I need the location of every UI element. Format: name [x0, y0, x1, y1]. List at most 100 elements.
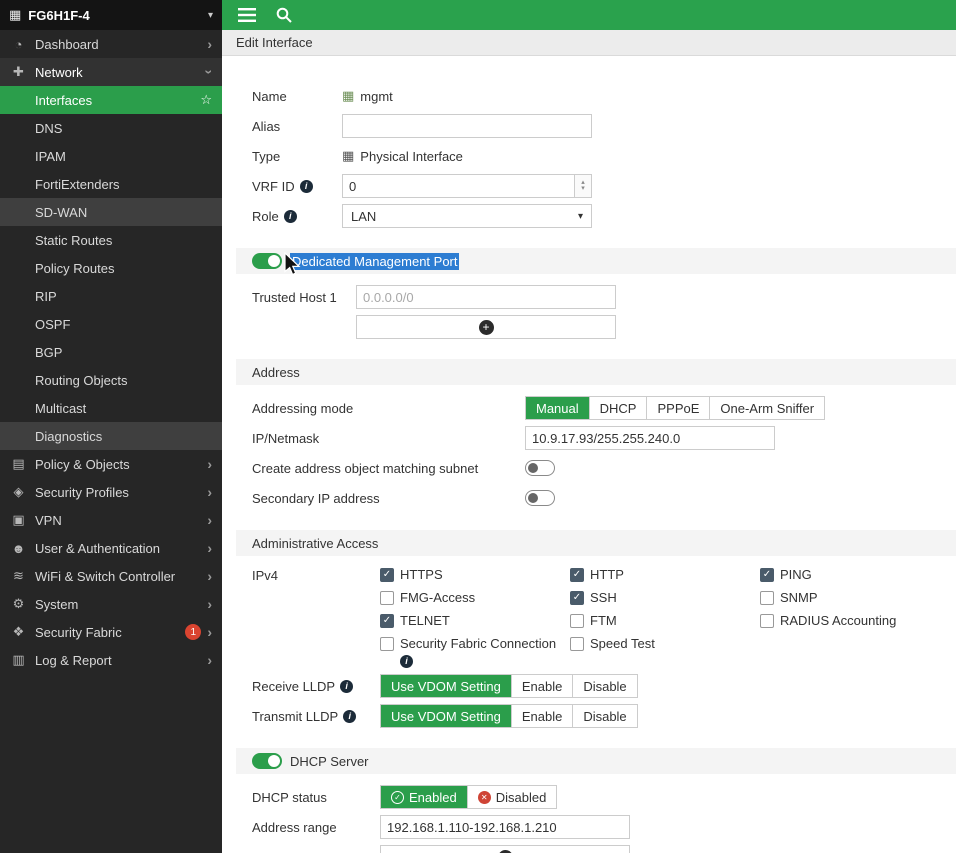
checkbox-row-snmp: SNMP: [760, 590, 950, 606]
type-row: Type ▦ Physical Interface: [252, 144, 956, 168]
sidebar-item-bgp[interactable]: BGP: [0, 338, 222, 366]
receive-lldp-vdom[interactable]: Use VDOM Setting: [381, 675, 512, 697]
ftm-checkbox[interactable]: [570, 614, 584, 628]
fmg-access-checkbox[interactable]: [380, 591, 394, 605]
sidebar-item-rip[interactable]: RIP: [0, 282, 222, 310]
speed-test-checkbox[interactable]: [570, 637, 584, 651]
role-select[interactable]: LAN ▾: [342, 204, 592, 228]
ping-label: PING: [780, 567, 812, 583]
addressing-mode-one-arm-sniffer[interactable]: One-Arm Sniffer: [710, 397, 824, 419]
create-address-object-row: Create address object matching subnet: [252, 456, 956, 480]
http-checkbox[interactable]: ✓: [570, 568, 584, 582]
sidebar-item-ospf[interactable]: OSPF: [0, 310, 222, 338]
dedicated-mgmt-toggle[interactable]: [252, 253, 282, 269]
dhcp-server-toggle[interactable]: [252, 753, 282, 769]
info-icon[interactable]: i: [400, 655, 413, 668]
radius-accounting-checkbox[interactable]: [760, 614, 774, 628]
info-icon[interactable]: i: [300, 180, 313, 193]
spin-down-icon[interactable]: ▾: [581, 186, 585, 192]
checkbox-row-ftm: FTM: [570, 613, 760, 629]
search-icon[interactable]: [276, 7, 292, 23]
caret-down-icon: ▾: [208, 10, 213, 21]
ping-checkbox[interactable]: ✓: [760, 568, 774, 582]
address-header-label: Address: [252, 365, 300, 380]
sidebar-item-security-fabric[interactable]: ❖ Security Fabric 1 ›: [0, 618, 222, 646]
favorite-star-icon[interactable]: ☆: [200, 92, 212, 108]
address-range-input[interactable]: [380, 815, 630, 839]
fmg-access-label: FMG-Access: [400, 590, 475, 606]
sidebar-item-multicast[interactable]: Multicast: [0, 394, 222, 422]
vrf-input[interactable]: [343, 179, 574, 194]
receive-lldp-buttons: Use VDOM Setting Enable Disable: [380, 674, 638, 698]
sidebar-item-wifi-switch-controller[interactable]: ≋ WiFi & Switch Controller ›: [0, 562, 222, 590]
checkbox-row-security-fabric-connection: Security Fabric Connection i: [380, 636, 570, 668]
chevron-right-icon: ›: [207, 513, 212, 527]
sidebar-item-network[interactable]: ✚ Network ›: [0, 58, 222, 86]
sidebar-item-label: Log & Report: [35, 653, 112, 668]
fortigate-app-window: ▦ FG6H1F-4 ▾ ◔ Dashboard › ✚ Network › I…: [0, 0, 956, 853]
check-icon: ✓: [383, 613, 391, 629]
addressing-mode-manual[interactable]: Manual: [526, 397, 590, 419]
add-address-range-button[interactable]: +: [380, 845, 630, 853]
transmit-lldp-disable[interactable]: Disable: [573, 705, 636, 727]
sidebar-item-fortiextenders[interactable]: FortiExtenders: [0, 170, 222, 198]
sidebar-item-ipam[interactable]: IPAM: [0, 142, 222, 170]
create-address-object-label: Create address object matching subnet: [252, 461, 478, 476]
breadcrumb: Edit Interface: [222, 30, 956, 56]
sidebar-subitem-label: Static Routes: [35, 233, 112, 248]
transmit-lldp-label: Transmit LLDP: [252, 709, 338, 724]
receive-lldp-enable[interactable]: Enable: [512, 675, 573, 697]
ip-netmask-input[interactable]: [525, 426, 775, 450]
telnet-label: TELNET: [400, 613, 450, 629]
transmit-lldp-enable[interactable]: Enable: [512, 705, 573, 727]
create-address-object-toggle[interactable]: [525, 460, 555, 476]
sidebar-item-vpn[interactable]: ▣ VPN ›: [0, 506, 222, 534]
dhcp-status-enabled[interactable]: ✓ Enabled: [381, 786, 468, 808]
ssh-checkbox[interactable]: ✓: [570, 591, 584, 605]
log-report-icon: ▥: [10, 652, 27, 668]
alias-row: Alias: [252, 114, 956, 138]
info-icon[interactable]: i: [284, 210, 297, 223]
sidebar-item-static-routes[interactable]: Static Routes: [0, 226, 222, 254]
trusted-host-input[interactable]: [356, 285, 616, 309]
info-icon[interactable]: i: [343, 710, 356, 723]
device-selector[interactable]: ▦ FG6H1F-4 ▾: [0, 0, 222, 30]
sidebar-item-log-report[interactable]: ▥ Log & Report ›: [0, 646, 222, 674]
add-trusted-host-button[interactable]: +: [356, 315, 616, 339]
edit-interface-form: Name ▦ mgmt Alias Type ▦ Physical Interf…: [222, 56, 956, 853]
dhcp-enabled-label: Enabled: [409, 790, 457, 805]
security-fabric-connection-checkbox[interactable]: [380, 637, 394, 651]
sidebar-item-policy-objects[interactable]: ▤ Policy & Objects ›: [0, 450, 222, 478]
transmit-lldp-vdom[interactable]: Use VDOM Setting: [381, 705, 512, 727]
admin-access-header-label: Administrative Access: [252, 536, 378, 551]
sidebar-item-routing-objects[interactable]: Routing Objects: [0, 366, 222, 394]
sidebar-item-dns[interactable]: DNS: [0, 114, 222, 142]
device-name: FG6H1F-4: [28, 8, 89, 23]
chevron-right-icon: ›: [207, 457, 212, 471]
checkbox-row-radius-accounting: RADIUS Accounting: [760, 613, 950, 629]
secondary-ip-toggle[interactable]: [525, 490, 555, 506]
info-icon[interactable]: i: [340, 680, 353, 693]
sidebar-item-diagnostics[interactable]: Diagnostics: [0, 422, 222, 450]
sidebar-item-policy-routes[interactable]: Policy Routes: [0, 254, 222, 282]
sidebar-item-security-profiles[interactable]: ◈ Security Profiles ›: [0, 478, 222, 506]
menu-icon[interactable]: [238, 8, 256, 22]
telnet-checkbox[interactable]: ✓: [380, 614, 394, 628]
alias-input[interactable]: [342, 114, 592, 138]
sidebar-item-dashboard[interactable]: ◔ Dashboard ›: [0, 30, 222, 58]
sidebar-subitem-label: SD-WAN: [35, 205, 87, 220]
addressing-mode-dhcp[interactable]: DHCP: [590, 397, 648, 419]
interface-type: Physical Interface: [360, 149, 463, 164]
https-checkbox[interactable]: ✓: [380, 568, 394, 582]
sidebar-subitem-label: Policy Routes: [35, 261, 114, 276]
addressing-mode-pppoe[interactable]: PPPoE: [647, 397, 710, 419]
sidebar-subitem-label: DNS: [35, 121, 62, 136]
receive-lldp-disable[interactable]: Disable: [573, 675, 636, 697]
dhcp-status-disabled[interactable]: ✕ Disabled: [468, 786, 557, 808]
sidebar-item-sd-wan[interactable]: SD-WAN: [0, 198, 222, 226]
sidebar-item-user-authentication[interactable]: ☻ User & Authentication ›: [0, 534, 222, 562]
sidebar-item-interfaces[interactable]: Interfaces ☆: [0, 86, 222, 114]
spinner-buttons[interactable]: ▴ ▾: [574, 175, 591, 197]
sidebar-item-system[interactable]: ⚙ System ›: [0, 590, 222, 618]
snmp-checkbox[interactable]: [760, 591, 774, 605]
